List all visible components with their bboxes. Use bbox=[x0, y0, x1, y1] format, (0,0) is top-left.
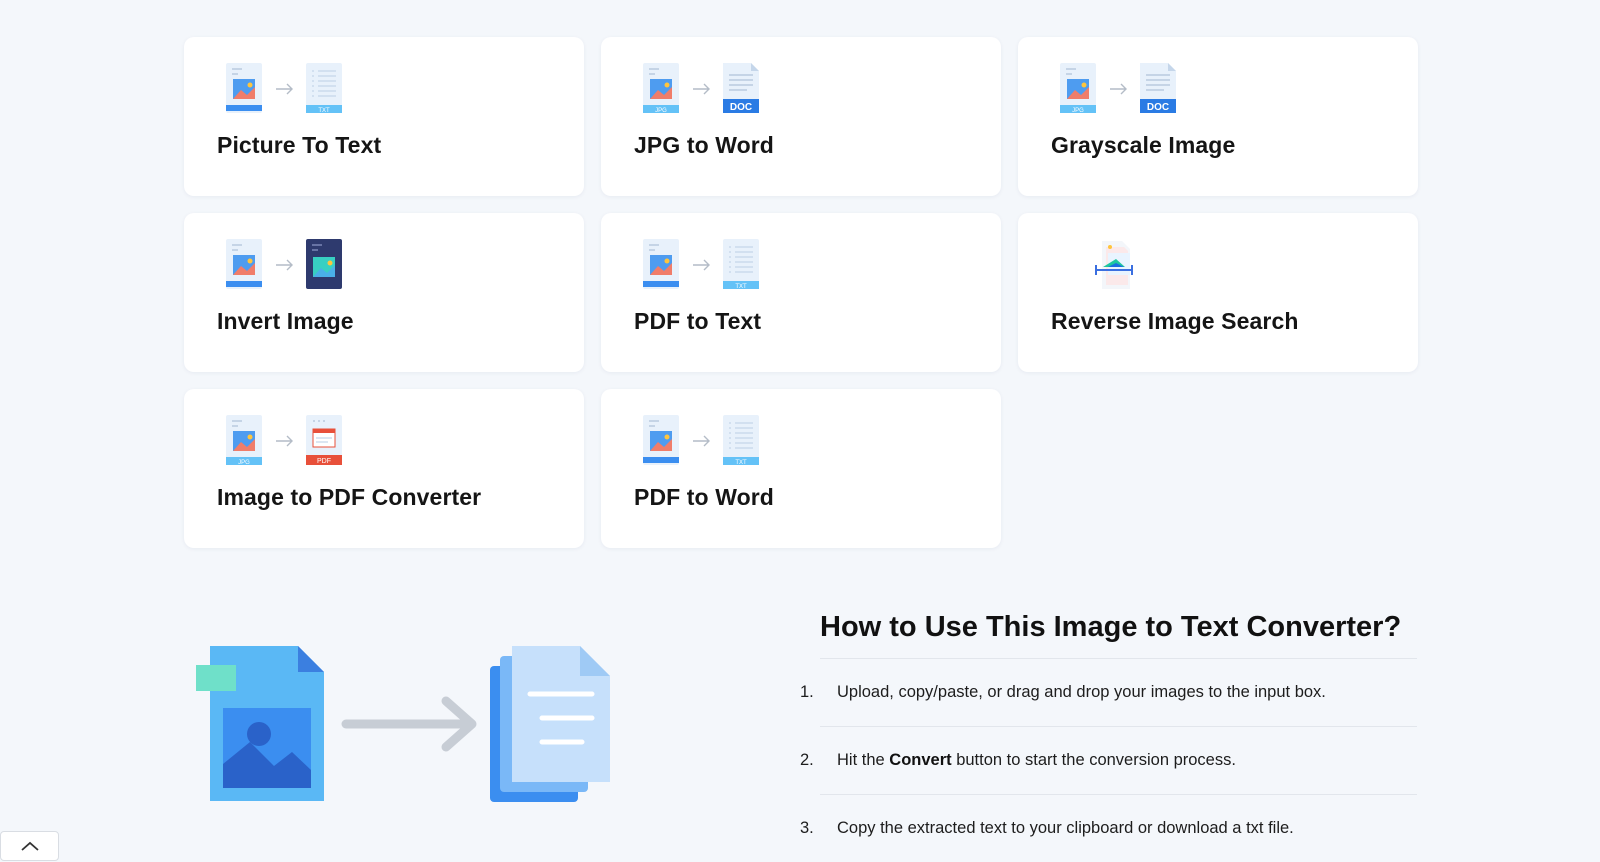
how-to-step: 2. Hit the Convert button to start the co… bbox=[800, 727, 1417, 795]
arrow-right-icon bbox=[693, 83, 710, 95]
pdf-file-icon: PDF bbox=[306, 415, 342, 465]
step-number: 1. bbox=[800, 683, 814, 701]
svg-text:JPG: JPG bbox=[1072, 108, 1084, 114]
tool-icons: TXT bbox=[224, 63, 344, 115]
arrow-right-icon bbox=[1110, 83, 1127, 95]
image-file-icon bbox=[226, 63, 262, 113]
svg-text:JPG: JPG bbox=[238, 460, 250, 466]
inverted-image-icon bbox=[306, 239, 342, 289]
scroll-to-top-button[interactable] bbox=[0, 831, 59, 861]
how-to-steps: 1. Upload, copy/paste, or drag and drop y… bbox=[800, 659, 1417, 862]
reverse-search-icon bbox=[1095, 241, 1133, 289]
tool-card-title: Picture To Text bbox=[217, 132, 382, 158]
tool-icons: JPG DOC bbox=[641, 63, 761, 115]
how-to-section: How to Use This Image to Text Converter?… bbox=[800, 611, 1417, 862]
svg-text:TXT: TXT bbox=[318, 108, 330, 114]
tool-card-title: PDF to Word bbox=[634, 484, 774, 510]
image-file-icon: JPG bbox=[1060, 63, 1096, 114]
step-text: Copy the extracted text to your clipboar… bbox=[837, 819, 1294, 837]
arrow-right-icon bbox=[693, 259, 710, 271]
image-file-icon: JPG bbox=[226, 415, 262, 466]
tool-icons: TXT bbox=[641, 415, 761, 467]
tool-card-reverse-image-search[interactable]: Reverse Image Search bbox=[1018, 213, 1418, 372]
arrow-right-icon bbox=[276, 83, 293, 95]
doc-file-icon: DOC bbox=[1140, 63, 1176, 113]
tool-card-image-to-pdf-converter[interactable]: JPG PDF Image to PDF Converter bbox=[184, 389, 584, 548]
image-file-icon bbox=[643, 415, 679, 465]
doc-file-icon: DOC bbox=[723, 63, 759, 113]
tool-icons bbox=[1094, 239, 1134, 291]
svg-text:DOC: DOC bbox=[1147, 102, 1169, 113]
txt-file-icon: TXT bbox=[723, 239, 759, 290]
tool-card-title: JPG to Word bbox=[634, 132, 774, 158]
tool-card-title: Invert Image bbox=[217, 308, 354, 334]
tool-icons: JPG PDF bbox=[224, 415, 344, 467]
arrow-right-icon bbox=[276, 435, 293, 447]
tool-icons: TXT bbox=[641, 239, 761, 291]
tool-card-pdf-to-text[interactable]: TXT PDF to Text bbox=[601, 213, 1001, 372]
image-to-text-illustration-icon bbox=[196, 646, 610, 802]
image-file-icon bbox=[226, 239, 262, 289]
svg-text:TXT: TXT bbox=[735, 460, 747, 466]
step-number: 2. bbox=[800, 751, 814, 769]
txt-file-icon: TXT bbox=[723, 415, 759, 466]
txt-file-icon: TXT bbox=[306, 63, 342, 114]
tool-card-jpg-to-word[interactable]: JPG DOC JPG to Word bbox=[601, 37, 1001, 196]
image-file-icon: JPG bbox=[643, 63, 679, 114]
svg-text:TXT: TXT bbox=[735, 284, 747, 290]
convert-label: Convert bbox=[889, 751, 952, 769]
tool-card-picture-to-text[interactable]: TXT Picture To Text bbox=[184, 37, 584, 196]
image-file-icon bbox=[643, 239, 679, 289]
svg-text:JPG: JPG bbox=[655, 108, 667, 114]
tool-card-title: PDF to Text bbox=[634, 308, 762, 334]
arrow-right-icon bbox=[693, 435, 710, 447]
tool-card-invert-image[interactable]: Invert Image bbox=[184, 213, 584, 372]
step-text-tail: button to start the conversion process. bbox=[951, 751, 1236, 769]
tool-card-pdf-to-word[interactable]: TXT PDF to Word bbox=[601, 389, 1001, 548]
step-text: Hit the bbox=[837, 751, 890, 769]
tool-card-title: Grayscale Image bbox=[1051, 132, 1236, 158]
tool-icons bbox=[224, 239, 344, 291]
svg-text:PDF: PDF bbox=[317, 458, 331, 465]
tool-icons: JPG DOC bbox=[1058, 63, 1178, 115]
tool-card-title: Image to PDF Converter bbox=[217, 484, 482, 510]
tool-card-grayscale-image[interactable]: JPG DOC Grayscale Image bbox=[1018, 37, 1418, 196]
how-to-step: 1. Upload, copy/paste, or drag and drop y… bbox=[800, 659, 1417, 727]
tools-grid: TXT Picture To Text JPG DOC JPG to Word … bbox=[184, 37, 1418, 548]
step-text: Upload, copy/paste, or drag and drop you… bbox=[837, 683, 1326, 701]
how-to-title: How to Use This Image to Text Converter? bbox=[820, 611, 1417, 659]
tool-card-title: Reverse Image Search bbox=[1051, 308, 1299, 334]
chevron-up-icon bbox=[21, 841, 39, 851]
svg-text:DOC: DOC bbox=[730, 102, 752, 113]
arrow-right-icon bbox=[276, 259, 293, 271]
